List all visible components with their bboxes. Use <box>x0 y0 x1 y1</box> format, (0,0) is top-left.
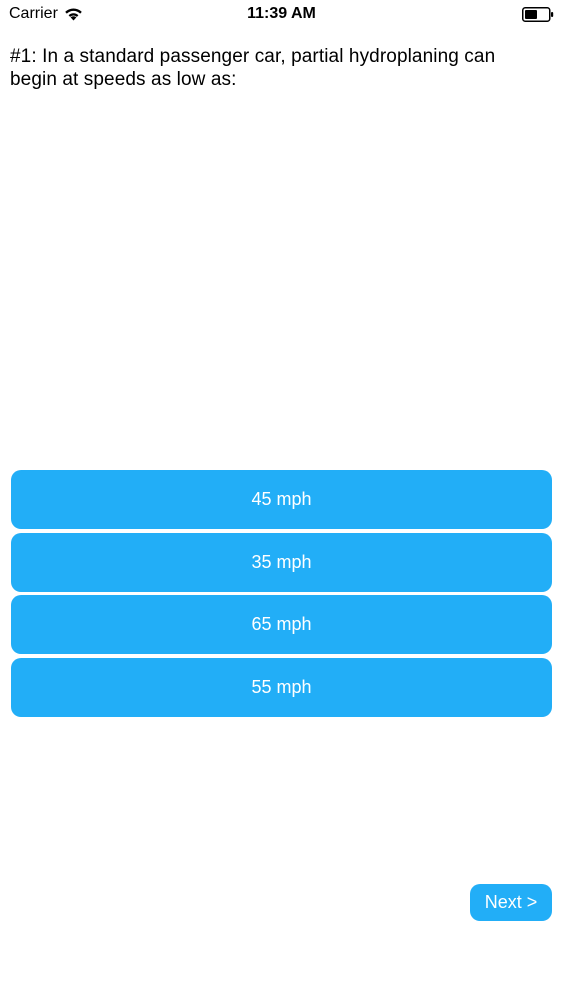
answer-button-4[interactable]: 55 mph <box>11 657 552 717</box>
next-button[interactable]: Next > <box>470 884 552 921</box>
status-bar: Carrier 11:39 AM <box>0 0 563 30</box>
battery-icon <box>522 7 554 22</box>
clock: 11:39 AM <box>247 5 316 22</box>
answer-button-3[interactable]: 65 mph <box>11 595 552 654</box>
answer-button-2[interactable]: 35 mph <box>11 532 552 592</box>
question-text: #1: In a standard passenger car, partial… <box>10 46 496 90</box>
answer-options: 45 mph 35 mph 65 mph 55 mph <box>11 470 552 720</box>
answer-button-1[interactable]: 45 mph <box>11 470 552 529</box>
